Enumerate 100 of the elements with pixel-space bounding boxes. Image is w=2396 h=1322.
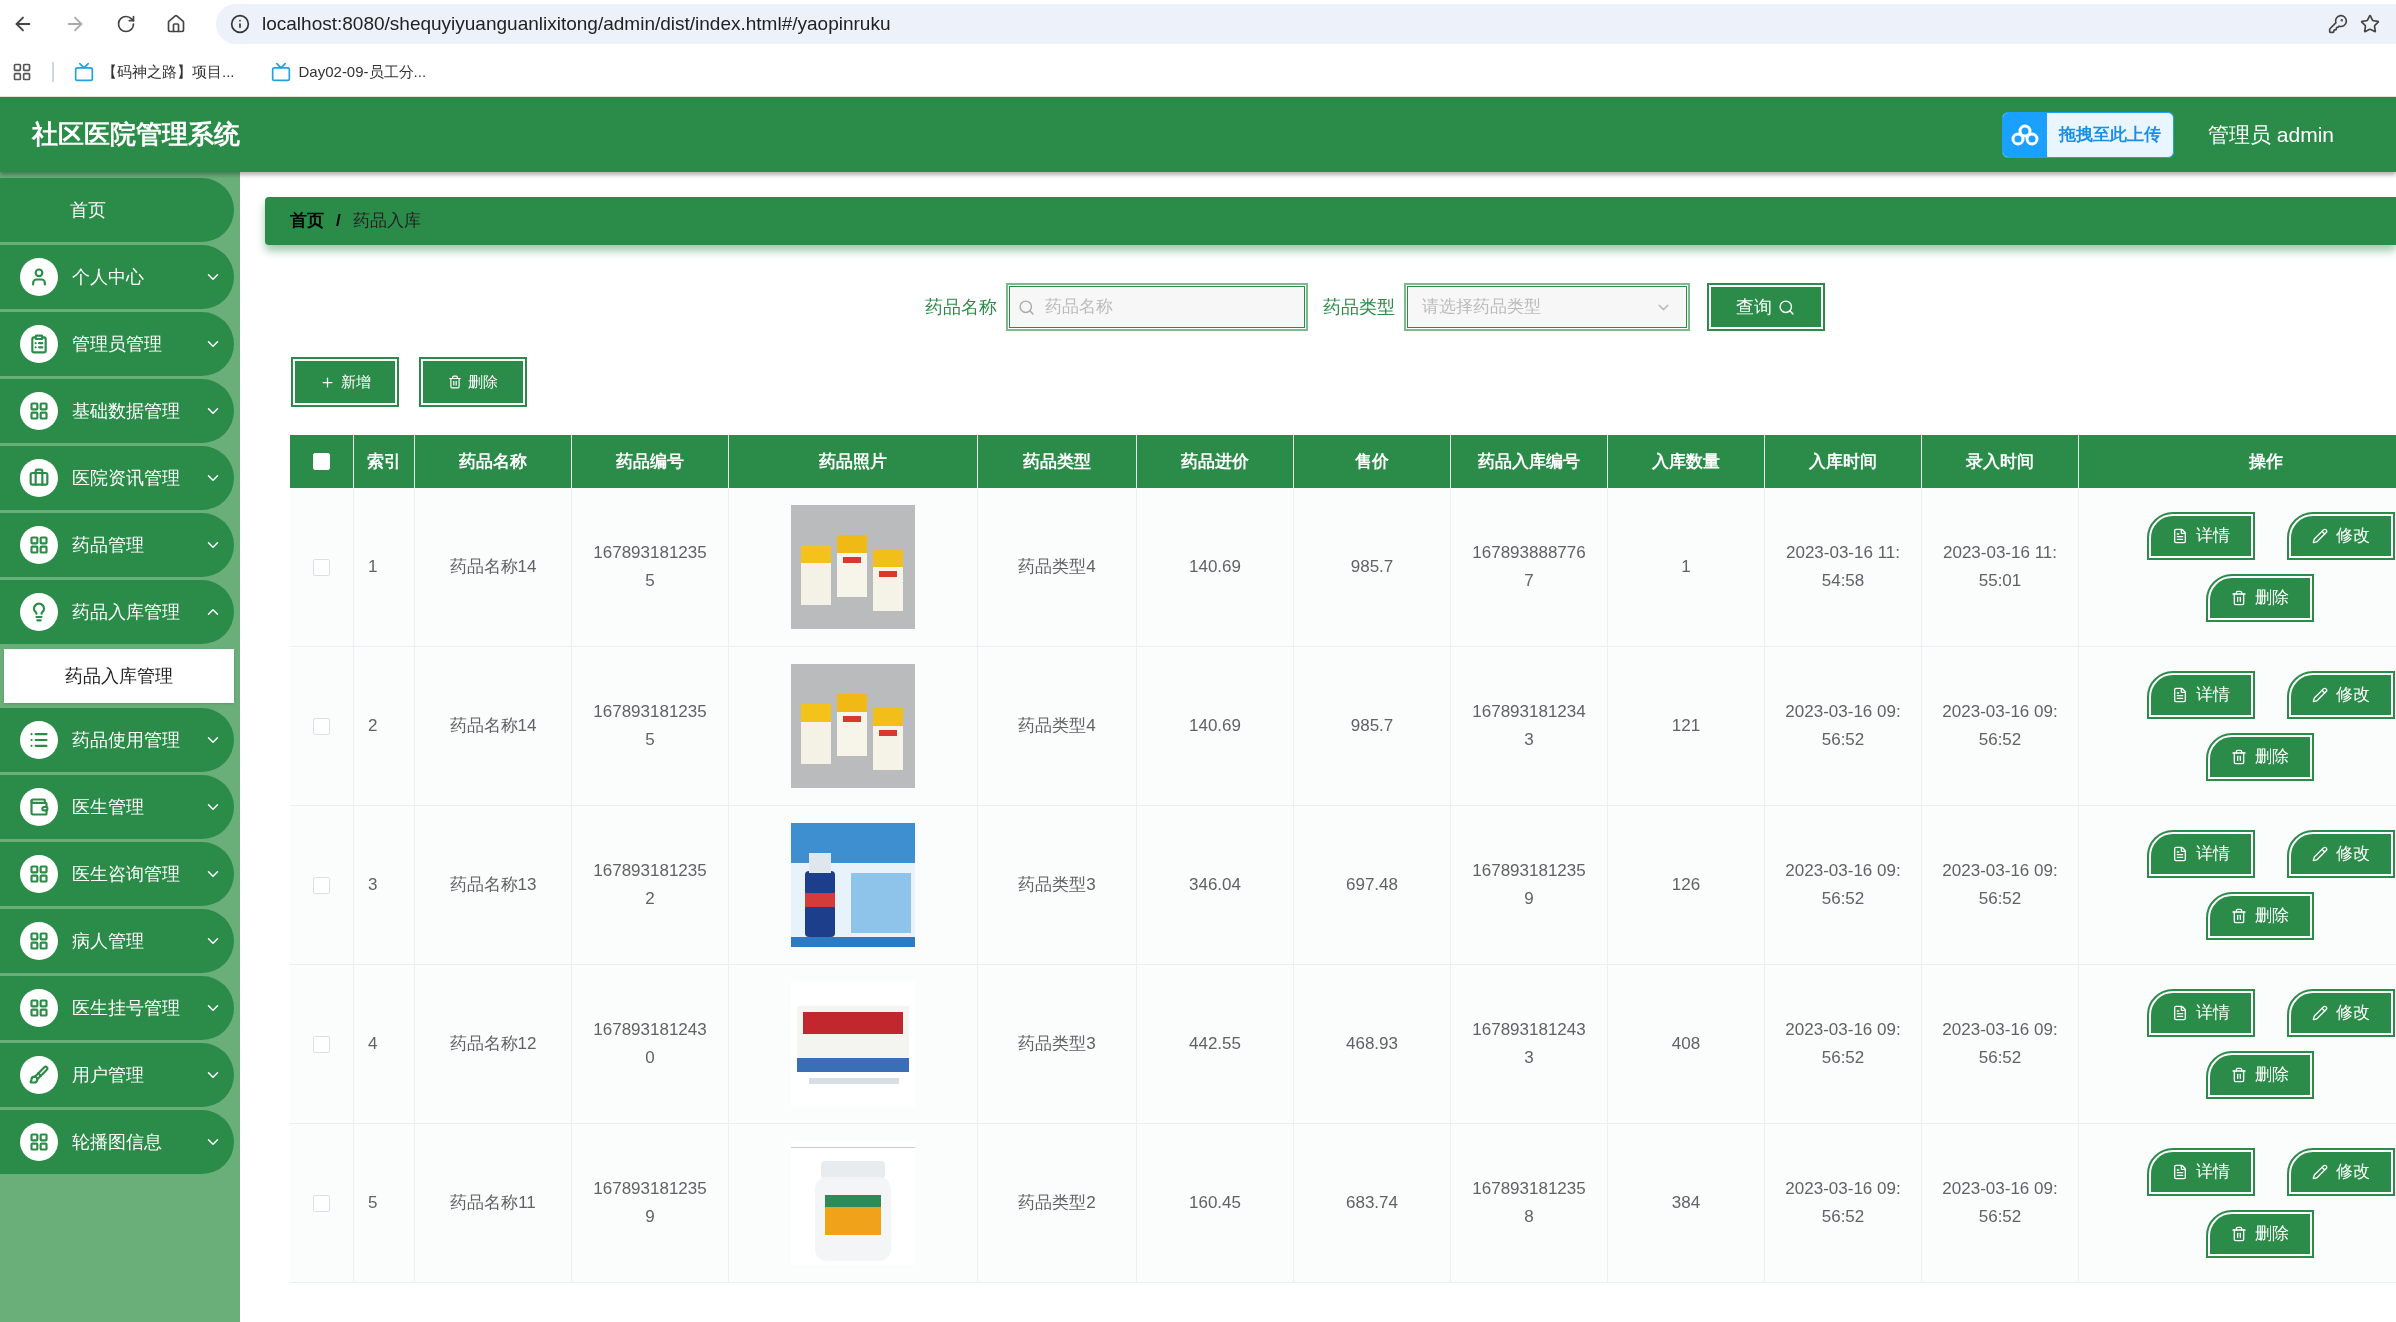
sidebar-item[interactable]: 管理员管理 [0, 312, 234, 376]
breadcrumb-link[interactable]: 首页 [290, 208, 324, 234]
delete-button[interactable]: 删除 [421, 359, 525, 405]
trash-icon [448, 375, 462, 389]
delete-button[interactable]: 删除 [2208, 735, 2312, 779]
row-checkbox[interactable] [313, 1194, 330, 1212]
star-icon[interactable] [2360, 14, 2380, 34]
wallet-icon [20, 788, 58, 826]
row-checkbox[interactable] [313, 876, 330, 894]
sidebar-item[interactable]: 基础数据管理 [0, 379, 234, 443]
table-cell-text: 140.69 [1189, 556, 1241, 578]
table-cell-text: 1678931812355 [592, 701, 708, 751]
user-icon [20, 258, 58, 296]
sidebar-item[interactable]: 用户管理 [0, 1043, 234, 1107]
query-button[interactable]: 查询 [1708, 285, 1823, 329]
user-name[interactable]: 管理员 admin [2207, 118, 2334, 151]
tv-icon [270, 62, 291, 82]
table-cell-text: 1 [368, 556, 378, 579]
table-cell-text: 3 [368, 874, 378, 897]
home-icon[interactable] [166, 14, 186, 34]
table-cell-text: 1678931812433 [1471, 1019, 1587, 1069]
edit-button[interactable]: 修改 [2289, 1150, 2393, 1194]
row-checkbox[interactable] [313, 558, 330, 576]
sidebar-item[interactable]: 轮播图信息 [0, 1110, 234, 1174]
table-cell-text: 468.93 [1346, 1033, 1398, 1055]
table-cell-text: 2023-03-16 09:56:52 [1784, 860, 1902, 910]
detail-button[interactable]: 详情 [2149, 1150, 2253, 1194]
field-label: 药品类型 [1322, 295, 1395, 319]
bookmark-link[interactable]: 【码神之路】项目... [74, 60, 235, 84]
select-all-checkbox[interactable] [313, 453, 330, 470]
detail-button[interactable]: 详情 [2149, 832, 2253, 876]
table-cell-text: 4 [368, 1033, 378, 1056]
row-checkbox[interactable] [313, 717, 330, 735]
row-checkbox[interactable] [313, 1035, 330, 1053]
clipboard-icon [20, 325, 58, 363]
address-bar[interactable]: localhost:8080/shequyiyuanguanlixitong/admin/dist/index.html#/yaopinruku [216, 4, 2396, 44]
sidebar-item[interactable]: 药品入库管理 [0, 580, 234, 644]
table-cell-text: 1678931812359 [592, 1178, 708, 1228]
table-cell-text: 697.48 [1346, 874, 1398, 896]
sidebar-item[interactable]: 首页 [0, 178, 234, 242]
bookmark-link[interactable]: Day02-09-员工分... [270, 60, 427, 84]
upload-badge[interactable]: 拖拽至此上传 [2001, 111, 2174, 158]
sidebar-item[interactable]: 病人管理 [0, 909, 234, 973]
submenu-item[interactable]: 药品入库管理 [4, 649, 234, 703]
grid-icon [20, 855, 58, 893]
sidebar-item[interactable]: 医院资讯管理 [0, 446, 234, 510]
sidebar-item[interactable]: 医生挂号管理 [0, 976, 234, 1040]
delete-button[interactable]: 删除 [2208, 576, 2312, 620]
edit-button[interactable]: 修改 [2289, 832, 2393, 876]
table-cell-text: 2023-03-16 09:56:52 [1941, 1178, 2059, 1228]
upload-text: 拖拽至此上传 [2057, 123, 2162, 146]
table-cell-text: 药品名称11 [450, 1192, 536, 1214]
edit-button[interactable]: 修改 [2289, 673, 2393, 717]
table-cell-text: 药品类型4 [1018, 556, 1096, 578]
sidebar-item[interactable]: 药品管理 [0, 513, 234, 577]
table-cell-text: 2023-03-16 09:56:52 [1941, 701, 2059, 751]
table-cell-text: 药品类型3 [1018, 1033, 1096, 1055]
delete-button[interactable]: 删除 [2208, 1053, 2312, 1097]
detail-button[interactable]: 详情 [2149, 673, 2253, 717]
trash-icon [2231, 1067, 2247, 1083]
table-cell-text: 2023-03-16 09:56:52 [1784, 701, 1902, 751]
add-button[interactable]: 新增 [293, 359, 397, 405]
sidebar-item[interactable]: 个人中心 [0, 245, 234, 309]
table-cell-text: 384 [1671, 1192, 1701, 1214]
sidebar-item[interactable]: 医生咨询管理 [0, 842, 234, 906]
edit-button[interactable]: 修改 [2289, 514, 2393, 558]
trash-icon [2231, 1226, 2247, 1242]
document-icon [2172, 1164, 2188, 1180]
key-icon[interactable] [2328, 14, 2348, 34]
table-cell-text: 985.7 [1350, 556, 1394, 578]
grid-icon [20, 392, 58, 430]
edit-button[interactable]: 修改 [2289, 991, 2393, 1035]
reload-icon[interactable] [116, 14, 136, 34]
delete-button[interactable]: 删除 [2208, 1212, 2312, 1256]
table-cell-text: 683.74 [1346, 1192, 1398, 1214]
sidebar-item[interactable]: 药品使用管理 [0, 708, 234, 772]
breadcrumb-link[interactable]: 药品入库 [352, 208, 421, 234]
table-cell-text: 药品名称12 [449, 1033, 537, 1055]
detail-button[interactable]: 详情 [2149, 514, 2253, 558]
table-cell-text: 1678938887767 [1471, 542, 1587, 592]
select-field[interactable]: 请选择药品类型 [1406, 286, 1687, 328]
pencil-icon [2312, 1164, 2328, 1180]
select-input[interactable]: 请选择药品类型 [1421, 294, 1655, 320]
brush-icon [20, 1056, 58, 1094]
table-cell-text: 2023-03-16 09:56:52 [1941, 860, 2059, 910]
grid-icon [20, 526, 58, 564]
search-field[interactable]: 药品名称 [1008, 286, 1305, 328]
document-icon [2172, 687, 2188, 703]
delete-button[interactable]: 删除 [2208, 894, 2312, 938]
sidebar-item[interactable]: 医生管理 [0, 775, 234, 839]
pencil-icon [2312, 528, 2328, 544]
apps-icon[interactable] [12, 62, 32, 82]
table-cell-text: 408 [1671, 1033, 1701, 1055]
detail-button[interactable]: 详情 [2149, 991, 2253, 1035]
table-cell-text: 药品名称14 [449, 556, 537, 578]
table-cell-text: 346.04 [1189, 874, 1241, 896]
document-icon [2172, 846, 2188, 862]
table-cell-text: 2023-03-16 11:54:58 [1784, 542, 1902, 592]
search-input[interactable]: 药品名称 [1044, 294, 1296, 320]
info-icon [230, 14, 250, 34]
